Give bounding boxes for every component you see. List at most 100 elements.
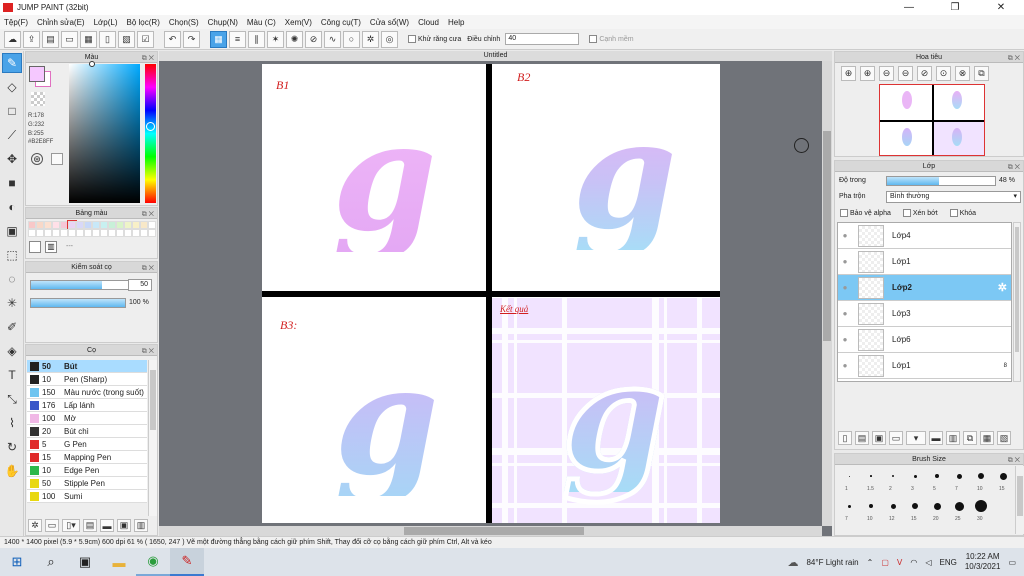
open-file-icon[interactable]: ▭	[61, 30, 78, 48]
windows-start-icon[interactable]: ⊞	[0, 548, 34, 576]
clip-checkbox[interactable]	[902, 209, 911, 217]
notification-icon[interactable]: ▭	[1008, 558, 1016, 567]
panel-close-icon[interactable]: ⧉ ✕	[1008, 455, 1020, 466]
parallel-icon[interactable]: ∥	[248, 30, 265, 48]
visibility-icon[interactable]: ●	[838, 361, 852, 370]
close-button[interactable]: ✕	[978, 2, 1024, 13]
brush-item[interactable]: 15 Mapping Pen	[27, 451, 147, 464]
redo-icon[interactable]: ↷	[183, 30, 200, 48]
layer-type-icon[interactable]: ▭	[889, 431, 903, 445]
zoom-out-icon[interactable]: ⊕	[860, 66, 875, 81]
panel-close-icon[interactable]: ⧉ ✕	[142, 53, 154, 64]
transform-tool-icon[interactable]: ⤡	[2, 389, 22, 409]
color-swatch[interactable]	[44, 229, 52, 237]
brush-size-dot[interactable]	[935, 474, 939, 478]
layer-dropdown[interactable]: ▾	[906, 431, 926, 445]
brush-size-dot[interactable]	[999, 472, 1007, 480]
soft-edge-checkbox[interactable]	[589, 35, 598, 43]
foreground-color-swatch[interactable]	[29, 66, 45, 82]
rotate-tool-icon[interactable]: ↻	[2, 437, 22, 457]
color-swatch[interactable]	[76, 221, 84, 229]
color-swatch[interactable]	[60, 229, 68, 237]
hue-slider-marker[interactable]	[146, 122, 155, 131]
sv-picker-marker[interactable]	[89, 61, 95, 67]
layer-row[interactable]: ● Lớp2 ✲	[838, 275, 1011, 301]
select-rect-tool-icon[interactable]: ⬚	[2, 245, 22, 265]
hue-slider[interactable]	[145, 64, 156, 203]
lock-checkbox[interactable]	[949, 209, 958, 217]
canvas-horizontal-scrollbar[interactable]	[159, 526, 822, 536]
brush-size-scrollbar[interactable]	[1015, 466, 1024, 534]
eraser-tool-icon[interactable]: ◇	[2, 77, 22, 97]
brush-item[interactable]: 20 Bút chì	[27, 425, 147, 438]
export-icon[interactable]: ⇪	[23, 30, 40, 48]
color-swatch[interactable]	[68, 229, 76, 237]
layer-transfer-icon[interactable]: ⧉	[963, 431, 977, 445]
panel-close-icon[interactable]: ⧉ ✕	[142, 263, 154, 274]
gear-snap-icon[interactable]: ✲	[362, 30, 379, 48]
brush-size-dot[interactable]	[913, 474, 917, 478]
hand-tool-icon[interactable]: ✋	[2, 461, 22, 481]
new-file-icon[interactable]: ▤	[42, 30, 59, 48]
brush-item[interactable]: 5G Pen	[27, 438, 147, 451]
search-icon[interactable]: ⌕	[34, 548, 68, 576]
radial-grid-icon[interactable]: ✺	[286, 30, 303, 48]
color-swatch[interactable]	[67, 220, 77, 230]
color-swatch[interactable]	[116, 221, 124, 229]
lines-icon[interactable]: ≡	[229, 30, 246, 48]
cloud-icon[interactable]: ☁	[4, 30, 21, 48]
line-tool-icon[interactable]: ⟋	[2, 125, 22, 145]
new-swatch-icon[interactable]	[29, 241, 41, 253]
copy-layer-icon[interactable]: ▣	[872, 431, 886, 445]
layer-row[interactable]: ● Lớp6	[838, 327, 1011, 353]
brush-size-dot[interactable]	[912, 503, 918, 509]
color-swatch[interactable]	[108, 229, 116, 237]
canvas-document[interactable]: B1 B2 B3: Kết quả g g g g	[262, 64, 720, 523]
new-layer-doc-icon[interactable]: ▤	[855, 431, 869, 445]
color-swatch[interactable]	[84, 229, 92, 237]
color-swatch[interactable]	[140, 221, 148, 229]
menu-capture[interactable]: Chụp(N)	[208, 18, 238, 27]
new-layer-icon[interactable]: ▯	[838, 431, 852, 445]
color-swatch[interactable]	[44, 221, 52, 229]
color-swatch[interactable]	[124, 221, 132, 229]
layer-row[interactable]: ● Lớp1 8	[838, 353, 1011, 379]
undo-icon[interactable]: ↶	[164, 30, 181, 48]
menu-view[interactable]: Xem(V)	[285, 18, 312, 27]
menu-filter[interactable]: Bộ lọc(R)	[127, 18, 160, 27]
menu-cloud[interactable]: Cloud	[418, 18, 439, 27]
task-view-icon[interactable]: ▣	[68, 548, 102, 576]
layer-list-scrollbar[interactable]	[1013, 222, 1021, 382]
menu-help[interactable]: Help	[448, 18, 464, 27]
color-swatch[interactable]	[92, 221, 100, 229]
brush-size-dot[interactable]	[892, 475, 894, 477]
eyedropper-tool-icon[interactable]: ⌇	[2, 413, 22, 433]
color-wheel-icon[interactable]: ⊛	[31, 153, 43, 165]
brush-doc-icon[interactable]: ▤	[83, 519, 97, 532]
layer-row[interactable]: ● Lớp1	[838, 249, 1011, 275]
maximize-button[interactable]: ❐	[932, 2, 978, 13]
brush-size-dot[interactable]	[975, 500, 987, 512]
lasso-tool-icon[interactable]: ◌	[2, 269, 22, 289]
rotate-reset-icon[interactable]: ⊙	[936, 66, 951, 81]
rectangle-tool-icon[interactable]: □	[2, 101, 22, 121]
brush-item[interactable]: 176 Lấp lánh	[27, 399, 147, 412]
panel-close-icon[interactable]: ⧉ ✕	[142, 346, 154, 357]
blend-mode-select[interactable]: Bình thường ▾	[886, 191, 1021, 203]
brush-list-scrollbar[interactable]	[148, 360, 157, 516]
menu-edit[interactable]: Chỉnh sửa(E)	[37, 18, 85, 27]
swatch-grid[interactable]	[28, 220, 156, 237]
language-indicator[interactable]: ENG	[940, 558, 957, 567]
color-swatch[interactable]	[140, 229, 148, 237]
brush-settings-icon[interactable]: ✲	[28, 519, 42, 532]
navigator-preview[interactable]	[879, 84, 985, 156]
merge-layer-icon[interactable]: ▥	[946, 431, 960, 445]
circle-icon[interactable]: ○	[343, 30, 360, 48]
brush-item[interactable]: 10 Pen (Sharp)	[27, 373, 147, 386]
color-swatch[interactable]	[36, 229, 44, 237]
panel-close-icon[interactable]: ⧉ ✕	[1008, 53, 1020, 64]
delete-layer-icon[interactable]: ▧	[997, 431, 1011, 445]
color-swatch[interactable]	[60, 221, 68, 229]
rotate-left-icon[interactable]: ⊘	[917, 66, 932, 81]
checklist-icon[interactable]: ☑	[137, 30, 154, 48]
